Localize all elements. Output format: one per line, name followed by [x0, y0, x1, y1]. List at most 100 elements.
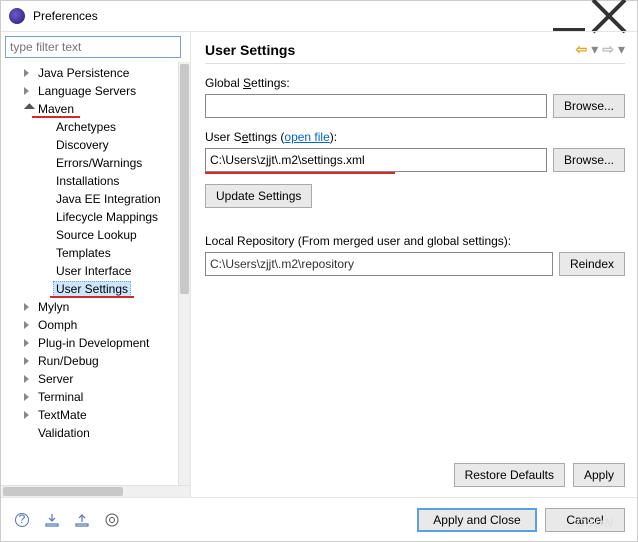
form: Global Settings: Browse... User Settings… [205, 64, 625, 453]
import-icon[interactable] [43, 511, 61, 529]
global-browse-button[interactable]: Browse... [553, 94, 625, 118]
tree-item-lifecycle-mappings[interactable]: Lifecycle Mappings [3, 208, 178, 226]
tree-item-archetypes[interactable]: Archetypes [3, 118, 178, 136]
expand-icon[interactable] [21, 84, 35, 98]
tree-item-run-debug[interactable]: Run/Debug [3, 352, 178, 370]
tree-item-user-interface[interactable]: User Interface [3, 262, 178, 280]
oomph-icon[interactable] [103, 511, 121, 529]
tree-item-terminal[interactable]: Terminal [3, 388, 178, 406]
tree-item-java-persistence[interactable]: Java Persistence [3, 64, 178, 82]
user-settings-input[interactable] [205, 148, 547, 172]
tree-item-discovery[interactable]: Discovery [3, 136, 178, 154]
apply-button[interactable]: Apply [573, 463, 625, 487]
tree-item-label: Oomph [35, 317, 80, 333]
tree-item-label: Validation [35, 425, 93, 441]
expand-icon[interactable] [21, 372, 35, 386]
apply-and-close-button[interactable]: Apply and Close [417, 508, 537, 532]
no-icon [21, 426, 35, 440]
filter-input[interactable] [5, 36, 181, 58]
page-buttons: Restore Defaults Apply [205, 453, 625, 497]
tree-item-label: Lifecycle Mappings [53, 209, 161, 225]
content-pane: User Settings ⇦ ▾ ⇨ ▾ Global Settings: B… [191, 32, 637, 497]
horizontal-scrollbar[interactable] [1, 485, 190, 497]
tree-item-label: Discovery [53, 137, 112, 153]
tree-item-installations[interactable]: Installations [3, 172, 178, 190]
page-title: User Settings [205, 42, 575, 58]
expand-icon[interactable] [21, 408, 35, 422]
minimize-button[interactable] [549, 2, 589, 30]
footer-icons: ? [13, 511, 121, 529]
forward-icon[interactable]: ⇨ [602, 41, 614, 58]
no-icon [39, 210, 53, 224]
tree-item-label: Language Servers [35, 83, 139, 99]
expand-icon[interactable] [21, 336, 35, 350]
tree-item-label: Installations [53, 173, 122, 189]
no-icon [39, 246, 53, 260]
tree-item-source-lookup[interactable]: Source Lookup [3, 226, 178, 244]
tree-item-label: Java EE Integration [53, 191, 164, 207]
cancel-button[interactable]: Cancel [545, 508, 625, 532]
tree-item-validation[interactable]: Validation [3, 424, 178, 442]
global-settings-input[interactable] [205, 94, 547, 118]
tree-item-label: Java Persistence [35, 65, 132, 81]
help-icon[interactable]: ? [13, 511, 31, 529]
no-icon [39, 138, 53, 152]
tree-item-label: Errors/Warnings [53, 155, 145, 171]
tree-item-label: TextMate [35, 407, 90, 423]
main-area: Java Persistence Language Servers MavenArc… [1, 31, 637, 497]
sidebar: Java Persistence Language Servers MavenArc… [1, 32, 191, 497]
expand-icon[interactable] [21, 354, 35, 368]
tree-item-java-ee-integration[interactable]: Java EE Integration [3, 190, 178, 208]
tree-item-maven[interactable]: Maven [3, 100, 178, 118]
tree-item-oomph[interactable]: Oomph [3, 316, 178, 334]
tree-item-textmate[interactable]: TextMate [3, 406, 178, 424]
expand-icon[interactable] [21, 102, 35, 116]
window-title: Preferences [33, 9, 549, 23]
reindex-button[interactable]: Reindex [559, 252, 625, 276]
local-repo-label: Local Repository (From merged user and g… [205, 234, 625, 248]
no-icon [39, 192, 53, 206]
tree-item-language-servers[interactable]: Language Servers [3, 82, 178, 100]
expand-icon[interactable] [21, 390, 35, 404]
tree-item-templates[interactable]: Templates [3, 244, 178, 262]
tree-item-user-settings[interactable]: User Settings [3, 280, 178, 298]
expand-icon[interactable] [21, 318, 35, 332]
user-browse-button[interactable]: Browse... [553, 148, 625, 172]
footer-buttons: Apply and Close Cancel [417, 508, 625, 532]
tree-item-mylyn[interactable]: Mylyn [3, 298, 178, 316]
update-settings-button[interactable]: Update Settings [205, 184, 312, 208]
tree-item-label: Maven [35, 101, 77, 117]
expand-icon[interactable] [21, 300, 35, 314]
forward-menu-icon[interactable]: ▾ [618, 41, 625, 58]
close-button[interactable] [589, 2, 629, 30]
tree-item-label: Plug-in Development [35, 335, 152, 351]
expand-icon[interactable] [21, 66, 35, 80]
page-header: User Settings ⇦ ▾ ⇨ ▾ [205, 36, 625, 64]
open-file-link[interactable]: open file [284, 130, 329, 144]
restore-defaults-button[interactable]: Restore Defaults [454, 463, 565, 487]
svg-text:?: ? [19, 512, 26, 526]
global-settings-label: Global Settings: [205, 76, 625, 90]
tree-item-label: User Settings [53, 281, 131, 297]
no-icon [39, 174, 53, 188]
back-menu-icon[interactable]: ▾ [591, 41, 598, 58]
no-icon [39, 282, 53, 296]
app-icon [9, 8, 25, 24]
titlebar: Preferences [1, 1, 637, 31]
tree-item-label: User Interface [53, 263, 134, 279]
local-repo-input[interactable] [205, 252, 553, 276]
tree-item-errors-warnings[interactable]: Errors/Warnings [3, 154, 178, 172]
tree-item-plug-in-development[interactable]: Plug-in Development [3, 334, 178, 352]
tree-item-label: Templates [53, 245, 114, 261]
no-icon [39, 228, 53, 242]
no-icon [39, 156, 53, 170]
nav-icons: ⇦ ▾ ⇨ ▾ [575, 41, 625, 58]
tree-item-server[interactable]: Server [3, 370, 178, 388]
export-icon[interactable] [73, 511, 91, 529]
no-icon [39, 120, 53, 134]
tree-item-label: Run/Debug [35, 353, 102, 369]
vertical-scrollbar[interactable] [178, 62, 190, 485]
tree-item-label: Mylyn [35, 299, 72, 315]
tree-item-label: Source Lookup [53, 227, 140, 243]
back-icon[interactable]: ⇦ [575, 41, 587, 58]
